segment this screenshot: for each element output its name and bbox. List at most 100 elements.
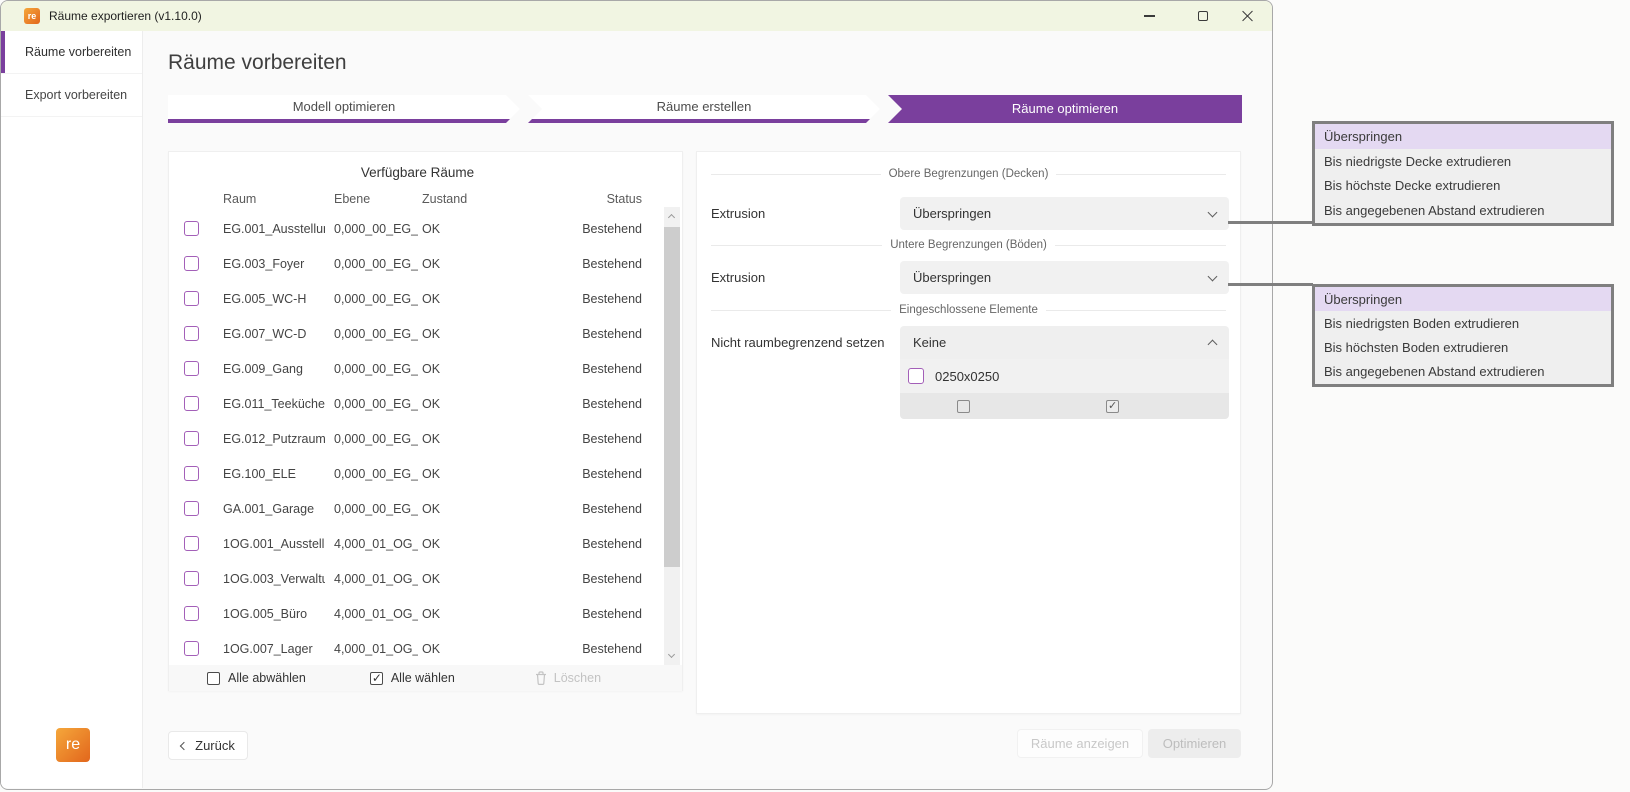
- cell-ebene: 4,000_01_OG_F: [334, 607, 418, 621]
- cell-ebene: 0,000_00_EG_F: [334, 397, 418, 411]
- room-checkbox[interactable]: [184, 256, 199, 271]
- cell-status: Bestehend: [542, 467, 642, 481]
- combo-footer-checkbox-right[interactable]: [1106, 400, 1119, 413]
- sidebar-item-label: Räume vorbereiten: [25, 45, 131, 59]
- maximize-icon: [1198, 11, 1208, 21]
- cell-raum: 1OG.007_Lager: [223, 642, 325, 656]
- room-checkbox[interactable]: [184, 291, 199, 306]
- room-checkbox[interactable]: [184, 466, 199, 481]
- rooms-table-title: Verfügbare Räume: [169, 160, 666, 186]
- cell-ebene: 0,000_00_EG_F: [334, 222, 418, 236]
- column-header-raum: Raum: [223, 192, 325, 206]
- room-checkbox[interactable]: [184, 501, 199, 516]
- cell-zustand: OK: [422, 222, 482, 236]
- room-checkbox[interactable]: [184, 431, 199, 446]
- sidebar-item-raeume-vorbereiten[interactable]: Räume vorbereiten: [1, 31, 142, 74]
- section-header-untere-begrenzungen: Untere Begrenzungen (Böden): [711, 238, 1226, 252]
- back-button[interactable]: Zurück: [168, 731, 248, 760]
- back-button-label: Zurück: [195, 738, 235, 753]
- step-raeume-optimieren[interactable]: Räume optimieren: [888, 95, 1242, 123]
- room-checkbox[interactable]: [184, 221, 199, 236]
- callout-menu-item[interactable]: Bis angegebenen Abstand extrudieren: [1315, 360, 1611, 384]
- table-footer: Alle abwählen Alle wählen Löschen: [169, 665, 682, 691]
- step-raeume-erstellen[interactable]: Räume erstellen: [528, 95, 880, 123]
- extrusion-dropdown-top[interactable]: Überspringen: [900, 197, 1229, 230]
- cell-ebene: 0,000_00_EG_F: [334, 292, 418, 306]
- included-elements-combo-header[interactable]: Keine: [900, 326, 1229, 359]
- deselect-all-checkbox[interactable]: [207, 672, 220, 685]
- cell-raum: EG.005_WC-H: [223, 292, 325, 306]
- close-button[interactable]: [1227, 1, 1269, 31]
- deselect-all-button[interactable]: Alle abwählen: [207, 671, 306, 685]
- cell-zustand: OK: [422, 572, 482, 586]
- callout-menu-item[interactable]: Bis höchsten Boden extrudieren: [1315, 336, 1611, 360]
- callout-connector-line-top: [1228, 221, 1313, 224]
- cell-status: Bestehend: [542, 537, 642, 551]
- step-modell-optimieren[interactable]: Modell optimieren: [168, 95, 520, 123]
- section-header-obere-begrenzungen: Obere Begrenzungen (Decken): [711, 167, 1226, 181]
- minimize-button[interactable]: [1128, 1, 1170, 31]
- table-scrollbar[interactable]: [664, 207, 680, 665]
- combo-footer-checkbox-left[interactable]: [957, 400, 970, 413]
- room-checkbox[interactable]: [184, 326, 199, 341]
- options-panel: Obere Begrenzungen (Decken) Extrusion Üb…: [696, 151, 1241, 714]
- callout-menu-item[interactable]: Überspringen: [1315, 287, 1611, 311]
- cell-status: Bestehend: [542, 222, 642, 236]
- cell-status: Bestehend: [542, 572, 642, 586]
- scrollbar-up-arrow-icon[interactable]: [668, 214, 675, 221]
- extrusion-label-top: Extrusion: [711, 197, 765, 230]
- scrollbar-thumb[interactable]: [664, 227, 680, 567]
- included-elements-label: Nicht raumbegrenzend setzen: [711, 326, 884, 359]
- chevron-up-icon: [1208, 340, 1218, 350]
- room-checkbox[interactable]: [184, 396, 199, 411]
- sidebar-item-label: Export vorbereiten: [25, 88, 127, 102]
- callout-menu-item[interactable]: Bis niedrigste Decke extrudieren: [1315, 149, 1611, 174]
- callout-menu-item[interactable]: Bis höchste Decke extrudieren: [1315, 174, 1611, 199]
- optimize-button[interactable]: Optimieren: [1148, 729, 1241, 758]
- select-all-button[interactable]: Alle wählen: [370, 671, 455, 685]
- cell-zustand: OK: [422, 362, 482, 376]
- cell-raum: EG.011_Teeküche: [223, 397, 325, 411]
- table-row: EG.007_WC-D 0,000_00_EG_F OK Bestehend: [169, 316, 682, 351]
- cell-raum: EG.003_Foyer: [223, 257, 325, 271]
- table-row: 1OG.003_Verwaltung 4,000_01_OG_F OK Best…: [169, 561, 682, 596]
- window-title: Räume exportieren (v1.10.0): [49, 9, 202, 23]
- cell-status: Bestehend: [542, 327, 642, 341]
- cell-zustand: OK: [422, 432, 482, 446]
- combo-option-checkbox[interactable]: [908, 368, 924, 384]
- trash-icon: [535, 671, 547, 685]
- scrollbar-down-arrow-icon[interactable]: [668, 651, 675, 658]
- cell-zustand: OK: [422, 607, 482, 621]
- chevron-left-icon: [180, 741, 188, 749]
- callout-dropdown-options-bottom: Überspringen Bis niedrigsten Boden extru…: [1312, 284, 1614, 387]
- delete-button[interactable]: Löschen: [535, 671, 601, 685]
- section-header-eingeschlossene-elemente: Eingeschlossene Elemente: [711, 303, 1226, 317]
- extrusion-dropdown-bottom[interactable]: Überspringen: [900, 261, 1229, 294]
- room-checkbox[interactable]: [184, 571, 199, 586]
- sidebar-item-export-vorbereiten[interactable]: Export vorbereiten: [1, 74, 142, 117]
- select-all-checkbox[interactable]: [370, 672, 383, 685]
- cell-ebene: 0,000_00_EG_F: [334, 502, 418, 516]
- callout-menu-item[interactable]: Bis niedrigsten Boden extrudieren: [1315, 311, 1611, 335]
- rooms-table-header: Raum Ebene Zustand Status: [169, 188, 682, 210]
- room-checkbox[interactable]: [184, 641, 199, 656]
- room-checkbox[interactable]: [184, 606, 199, 621]
- combo-option-0250x0250[interactable]: 0250x0250: [908, 363, 1229, 389]
- cell-raum: 1OG.003_Verwaltung: [223, 572, 325, 586]
- cell-raum: EG.009_Gang: [223, 362, 325, 376]
- cell-zustand: OK: [422, 467, 482, 481]
- cell-raum: EG.001_Ausstellung: [223, 222, 325, 236]
- room-checkbox[interactable]: [184, 536, 199, 551]
- minimize-icon: [1144, 15, 1155, 16]
- callout-menu-item[interactable]: Überspringen: [1315, 124, 1611, 149]
- room-checkbox[interactable]: [184, 361, 199, 376]
- included-elements-combo: Keine 0250x0250: [900, 326, 1229, 419]
- column-header-status: Status: [542, 192, 642, 206]
- cell-ebene: 4,000_01_OG_F: [334, 572, 418, 586]
- cell-zustand: OK: [422, 292, 482, 306]
- show-rooms-button[interactable]: Räume anzeigen: [1017, 729, 1143, 758]
- callout-menu-item[interactable]: Bis angegebenen Abstand extrudieren: [1315, 198, 1611, 223]
- chevron-down-icon: [1208, 207, 1218, 217]
- maximize-button[interactable]: [1182, 1, 1224, 31]
- cell-zustand: OK: [422, 257, 482, 271]
